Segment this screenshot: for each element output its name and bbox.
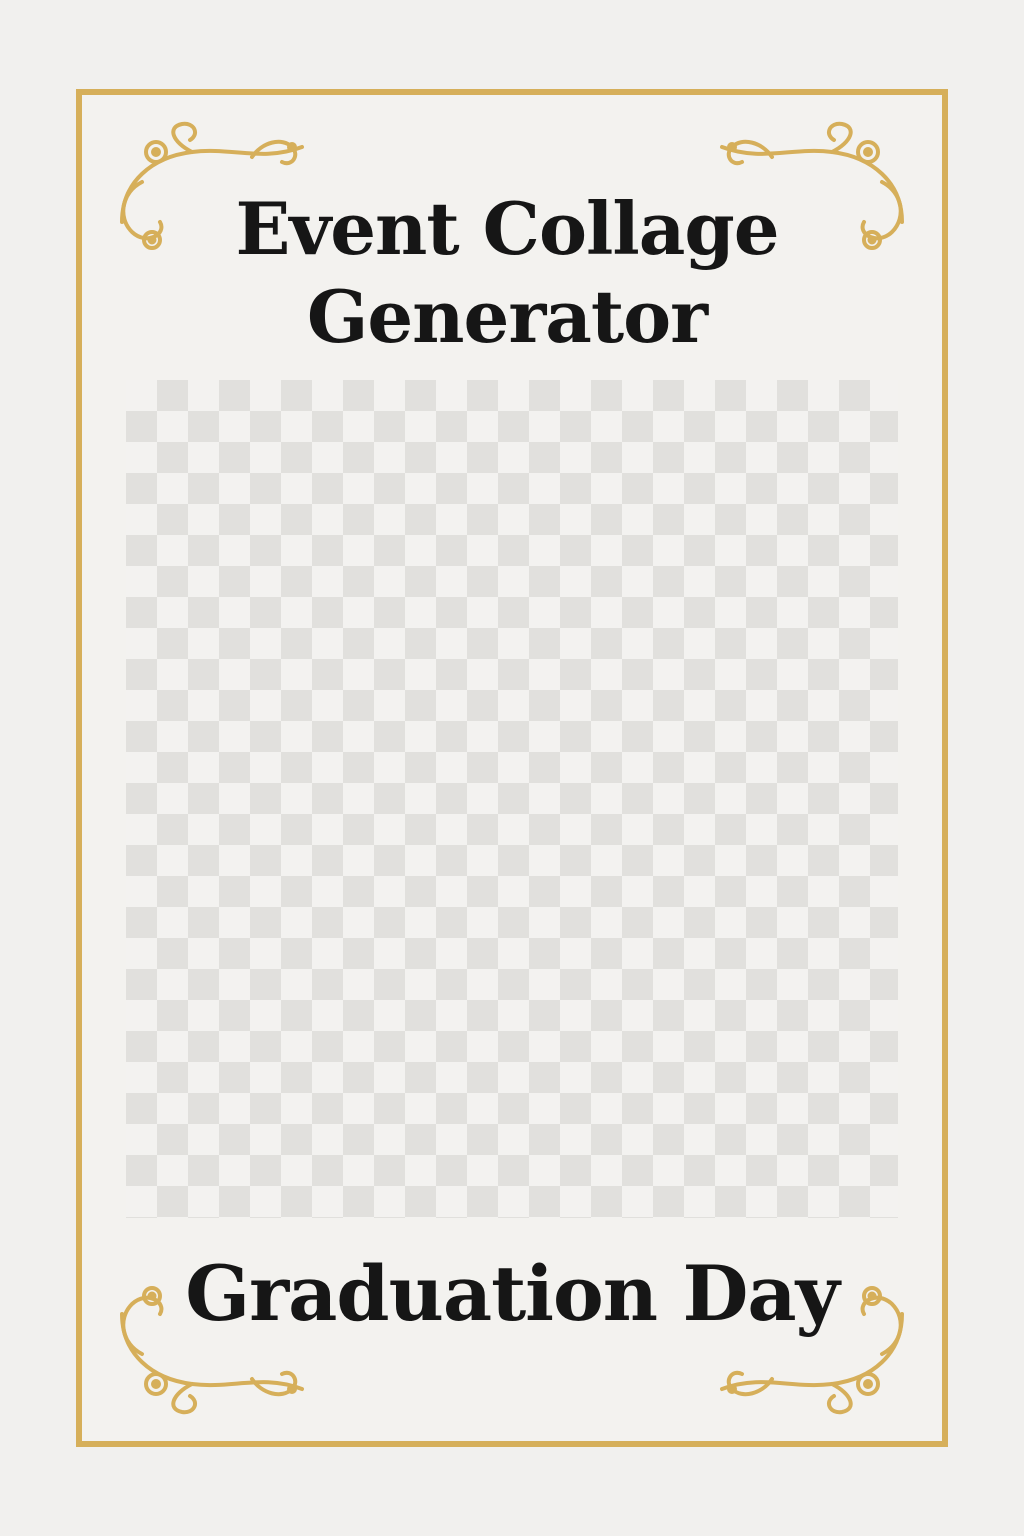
title-line-2: Generator xyxy=(306,274,708,359)
collage-template: Event Collage Generator Graduation Day xyxy=(0,0,1024,1536)
page-title: Event Collage Generator xyxy=(0,185,1014,361)
event-name-label: Graduation Day xyxy=(185,1249,840,1338)
photo-drop-area[interactable] xyxy=(126,380,898,1218)
title-line-1: Event Collage xyxy=(235,186,779,271)
